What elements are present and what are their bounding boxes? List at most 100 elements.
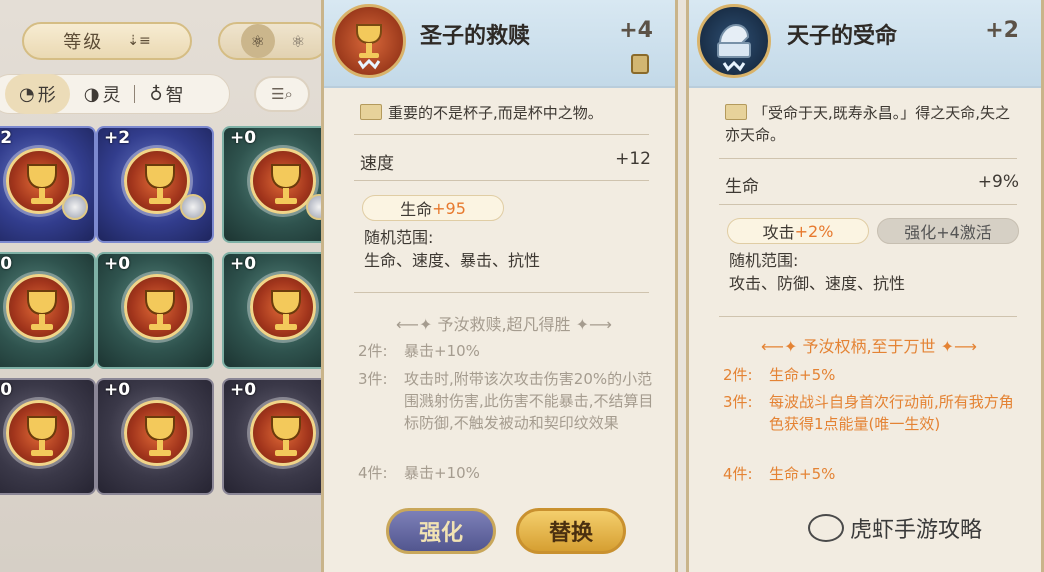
- card1-chalice-icon: [332, 4, 406, 78]
- replace-button[interactable]: 替换: [516, 508, 626, 554]
- form-icon: ◔: [19, 83, 35, 105]
- divider: [719, 158, 1017, 159]
- watermark-text: 虎虾手游攻略: [850, 518, 983, 543]
- pendant-detail-card-1: 圣子的救赎 +4 重要的不是杯子,而是杯中之物。 速度 +12 生命 +95 随机…: [321, 0, 678, 572]
- filter-options-button[interactable]: ☰⌕: [254, 76, 310, 112]
- card1-quote-text: 重要的不是杯子,而是杯中之物。: [388, 104, 603, 122]
- card2-quote: 「受命于天,既寿永昌。」得之天命,失之亦天命。: [725, 102, 1025, 146]
- pendant-slot[interactable]: +2: [96, 126, 214, 243]
- view-toggle[interactable]: ⚛ ⚛: [218, 22, 328, 60]
- card2-set-3-text: 每波战斗自身首次行动前,所有我方角色获得1点能量(唯一生效): [769, 393, 1014, 433]
- card2-set-name-text: 予汝权柄,至于万世: [802, 337, 936, 356]
- chalice-icon: [124, 274, 190, 340]
- pendant-slot[interactable]: +0: [96, 378, 214, 495]
- chalice-icon: [6, 274, 72, 340]
- card2-sub-stat-name: 攻击: [762, 223, 795, 242]
- divider: [719, 316, 1017, 317]
- divider: [354, 292, 649, 293]
- app-root: 等级 ⇣≡ ⚛ ⚛ ◔ 形 ◑ 灵 ♁ 智 ☰⌕ +2 +2 +0 +0 +0 +0 +0: [0, 0, 1044, 572]
- card2-set-2-text: 生命+5%: [769, 366, 836, 384]
- slot-level: +2: [104, 128, 131, 148]
- sort-order-icon: ⇣≡: [127, 33, 151, 49]
- card1-set-3-text: 攻击时,附带该次攻击伤害20%的小范围溅射伤害,此伤害不能暴击,不结算目标防御,…: [404, 370, 654, 432]
- filter-wisdom-label: 智: [165, 85, 184, 106]
- pendant-slot[interactable]: +0: [0, 252, 96, 369]
- card2-quote-text: 「受命于天,既寿永昌。」得之天命,失之亦天命。: [725, 104, 1011, 144]
- card1-header: 圣子的救赎 +4: [324, 0, 675, 88]
- spirit-icon: ◑: [83, 83, 100, 105]
- equipped-character-avatar: [180, 194, 206, 220]
- card2-random-label: 随机范围:: [729, 251, 799, 270]
- card2-set-4-text: 生命+5%: [769, 465, 836, 483]
- divider: [354, 134, 649, 135]
- chalice-icon: [124, 400, 190, 466]
- divider: [719, 204, 1017, 205]
- ornament-left-icon: ⟵✦: [761, 337, 803, 356]
- slot-level: +0: [230, 254, 257, 274]
- card2-level: +2: [985, 18, 1019, 43]
- pendant-slot[interactable]: +0: [96, 252, 214, 369]
- grid-view-icon[interactable]: ⚛: [240, 24, 275, 58]
- card2-main-stat-name: 生命: [725, 177, 759, 197]
- ornament-right-icon: ✦⟶: [935, 337, 977, 356]
- pendant-slot[interactable]: +2: [0, 126, 96, 243]
- chalice-icon: [250, 400, 316, 466]
- filter-spirit-label: 灵: [102, 85, 121, 106]
- alt-view-icon[interactable]: ⚛: [291, 32, 305, 51]
- slot-level: +0: [230, 128, 257, 148]
- card1-title: 圣子的救赎: [420, 23, 531, 49]
- slot-level: +0: [230, 380, 257, 400]
- card1-main-stat-value: +12: [615, 149, 651, 169]
- chalice-icon: [250, 274, 316, 340]
- card2-header: 天子的受命 +2: [689, 0, 1041, 88]
- card1-set-4-pieces: 4件:: [358, 464, 388, 482]
- wisdom-icon: ♁: [149, 83, 163, 105]
- card2-sub-stat-value: +2%: [794, 221, 834, 241]
- card2-sub-stat: 攻击 +2%: [727, 218, 869, 244]
- inventory-panel: 等级 ⇣≡ ⚛ ⚛ ◔ 形 ◑ 灵 ♁ 智 ☰⌕ +2 +2 +0 +0 +0 +0 +0: [0, 0, 340, 572]
- slot-level: +0: [104, 380, 131, 400]
- card1-sub-stat-value: +95: [432, 198, 466, 218]
- divider: [354, 180, 649, 181]
- card1-sub-stat: 生命 +95: [362, 195, 504, 221]
- wechat-icon: [808, 514, 844, 542]
- card2-set-name: ⟵✦ 予汝权柄,至于万世 ✦⟶: [729, 333, 1009, 357]
- filter-form[interactable]: ◔ 形: [5, 74, 70, 114]
- ornament-right-icon: ✦⟶: [570, 315, 612, 334]
- sort-label: 等级: [63, 32, 104, 53]
- card1-set-name: ⟵✦ 予汝救赎,超凡得胜 ✦⟶: [364, 311, 644, 335]
- filter-wisdom[interactable]: ♁ 智: [135, 74, 197, 114]
- card2-main-stat-value: +9%: [977, 172, 1019, 192]
- card2-dragon-seal-icon: [697, 4, 771, 78]
- card1-set-2-pieces: 2件:: [358, 342, 388, 360]
- card1-random-range: 生命、速度、暴击、抗性: [364, 251, 541, 270]
- card1-sub-stat-name: 生命: [400, 200, 433, 219]
- card2-set-3-pieces: 3件:: [723, 393, 753, 411]
- type-filter-bar: ◔ 形 ◑ 灵 ♁ 智: [0, 74, 230, 114]
- filter-form-label: 形: [37, 85, 56, 106]
- card2-locked-sub-stat: 强化+4激活: [877, 218, 1019, 244]
- slot-level: +2: [0, 128, 13, 148]
- sort-dropdown[interactable]: 等级 ⇣≡: [22, 22, 192, 60]
- card2-title: 天子的受命: [787, 23, 898, 49]
- slot-level: +0: [0, 254, 13, 274]
- ornament-left-icon: ⟵✦: [396, 315, 438, 334]
- watermark: 虎虾手游攻略: [808, 512, 982, 544]
- slot-level: +0: [104, 254, 131, 274]
- card1-level: +4: [619, 18, 653, 43]
- equipped-character-avatar: [62, 194, 88, 220]
- book-icon: [360, 104, 382, 120]
- card1-set-4-text: 暴击+10%: [404, 464, 480, 482]
- pendant-slot[interactable]: +0: [0, 378, 96, 495]
- card2-random-range: 攻击、防御、速度、抗性: [729, 274, 906, 293]
- card1-main-stat-name: 速度: [360, 154, 394, 174]
- enhance-button[interactable]: 强化: [386, 508, 496, 554]
- card1-quote: 重要的不是杯子,而是杯中之物。: [360, 102, 660, 124]
- card1-set-3-pieces: 3件:: [358, 370, 388, 388]
- chalice-icon: [6, 400, 72, 466]
- book-icon: [725, 104, 747, 120]
- card1-lock-icon[interactable]: [631, 54, 649, 74]
- pendant-detail-card-2: 天子的受命 +2 「受命于天,既寿永昌。」得之天命,失之亦天命。 生命 +9% …: [686, 0, 1044, 572]
- card1-set-2-text: 暴击+10%: [404, 342, 480, 360]
- filter-spirit[interactable]: ◑ 灵: [70, 74, 135, 114]
